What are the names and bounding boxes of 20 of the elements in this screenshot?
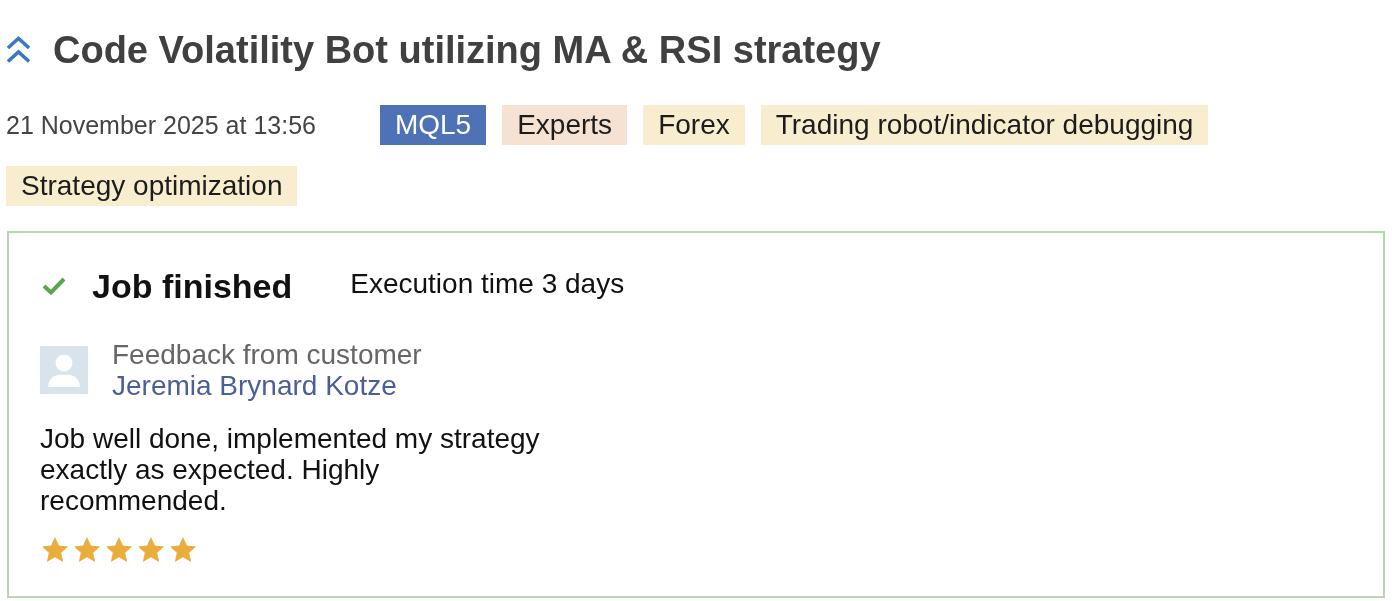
customer-name-link[interactable]: Jeremia Brynard Kotze — [112, 370, 422, 401]
check-icon — [42, 277, 66, 295]
post-date: 21 November 2025 at 13:56 — [6, 110, 316, 141]
star-icon — [170, 537, 196, 562]
double-chevron-icon[interactable] — [6, 36, 31, 64]
tag-link[interactable]: Experts — [502, 105, 628, 145]
tag-link[interactable]: Forex — [643, 105, 745, 145]
user-avatar-icon — [40, 346, 88, 394]
feedback-heading: Feedback from customer — [112, 339, 422, 370]
star-icon — [138, 537, 164, 562]
tag-link[interactable]: Trading robot/indicator debugging — [760, 105, 1209, 145]
page-title: Code Volatility Bot utilizing MA & RSI strategy — [53, 28, 881, 72]
execution-time: Execution time 3 days — [350, 267, 625, 301]
star-icon — [106, 537, 132, 562]
status-label: Job finished — [92, 266, 293, 306]
feedback-comment: Job well done, implemented my strategy exactly as expected. Highly recommended. — [40, 423, 541, 516]
tag-link[interactable]: Strategy optimization — [6, 166, 298, 206]
star-icon — [74, 537, 100, 562]
tag-link[interactable]: MQL5 — [379, 105, 487, 145]
star-icon — [42, 537, 68, 562]
